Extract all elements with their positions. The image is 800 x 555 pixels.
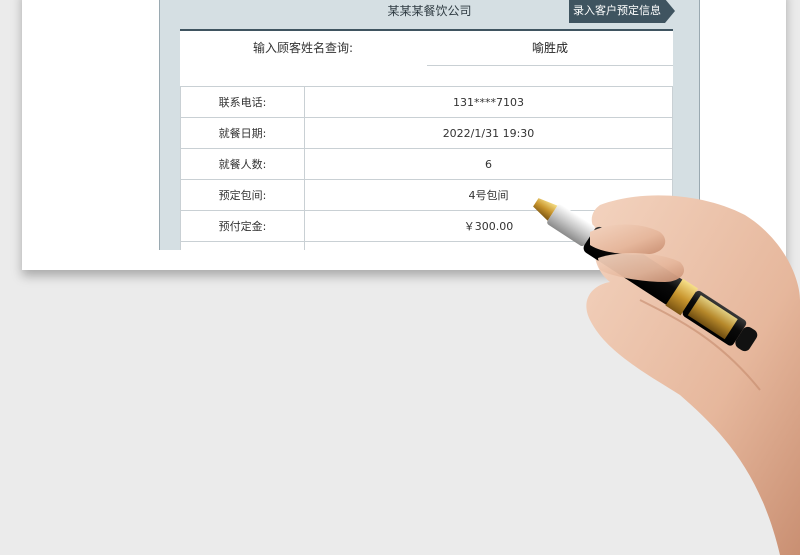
- table-row: 预付定金: ￥300.00: [180, 210, 673, 242]
- row-value[interactable]: 2022/1/31 19:30: [304, 117, 673, 149]
- row-key: 预付定金:: [180, 210, 305, 242]
- row-value[interactable]: 131****7103: [304, 86, 673, 118]
- table-row: 就餐日期: 2022/1/31 19:30: [180, 117, 673, 149]
- query-label: 输入顾客姓名查询:: [252, 41, 354, 55]
- row-value[interactable]: 4号包间: [304, 179, 673, 211]
- paper-sheet: 某某某餐饮公司 录入客户预定信息 输入顾客姓名查询: 联系电话: 131****…: [22, 0, 786, 270]
- query-panel: 输入顾客姓名查询: 联系电话: 131****7103 就餐日期: 2022/1…: [180, 29, 673, 250]
- table-row: [180, 241, 673, 250]
- row-value[interactable]: ￥300.00: [304, 210, 673, 242]
- table-row: 就餐人数: 6: [180, 148, 673, 180]
- row-key: 联系电话:: [180, 86, 305, 118]
- row-value[interactable]: 6: [304, 148, 673, 180]
- table-row: 预定包间: 4号包间: [180, 179, 673, 211]
- row-key: 预定包间:: [180, 179, 305, 211]
- entry-button[interactable]: 录入客户预定信息: [569, 0, 675, 23]
- spreadsheet-form: 某某某餐饮公司 录入客户预定信息 输入顾客姓名查询: 联系电话: 131****…: [159, 0, 700, 250]
- row-key: 就餐日期:: [180, 117, 305, 149]
- row-key: [180, 241, 305, 250]
- reservation-table: 联系电话: 131****7103 就餐日期: 2022/1/31 19:30 …: [180, 86, 673, 250]
- row-value[interactable]: [304, 241, 673, 250]
- row-key: 就餐人数:: [180, 148, 305, 180]
- customer-name-input[interactable]: [427, 31, 673, 66]
- table-row: 联系电话: 131****7103: [180, 86, 673, 118]
